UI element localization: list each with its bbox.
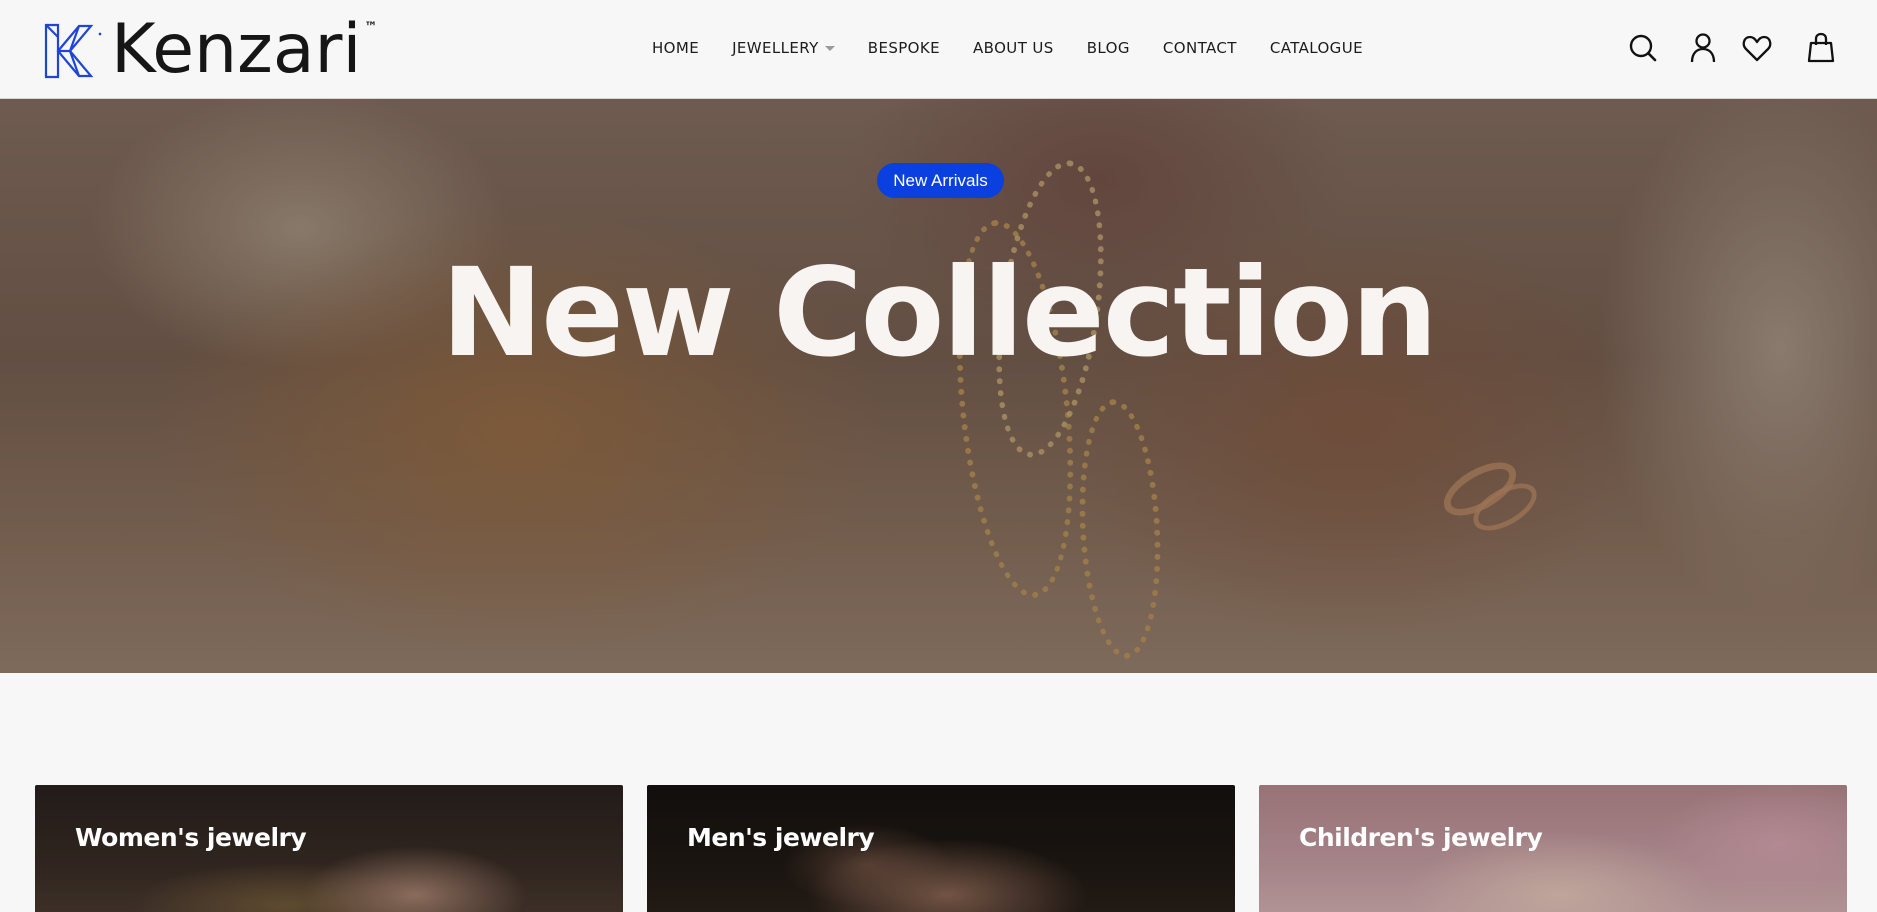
kenzari-logo-mark-icon — [44, 23, 102, 79]
trademark-symbol: ™ — [364, 20, 378, 35]
brand-logo[interactable]: Kenzari ™ — [43, 10, 378, 89]
hero-title: New Collection — [441, 242, 1438, 384]
chevron-down-icon — [824, 46, 835, 51]
category-title: Men's jewelry — [687, 823, 875, 852]
nav-item-label: BESPOKE — [867, 39, 941, 57]
nav-item-catalogue[interactable]: CATALOGUE — [1270, 39, 1363, 57]
nav-item-label: HOME — [652, 39, 700, 57]
nav-item-contact[interactable]: CONTACT — [1163, 39, 1237, 57]
nav-item-about-us[interactable]: ABOUT US — [973, 39, 1054, 57]
category-card-women[interactable]: Women's jewelry — [35, 785, 623, 912]
account-icon[interactable] — [1688, 32, 1718, 64]
nav-item-label: CATALOGUE — [1269, 39, 1363, 57]
nav-item-label: CONTACT — [1162, 39, 1237, 57]
brand-name: Kenzari — [111, 10, 362, 89]
main-navigation: HOME JEWELLERY BESPOKE ABOUT US BLOG CON… — [652, 38, 1363, 58]
category-title: Children's jewelry — [1299, 823, 1543, 852]
nav-item-label: JEWELLERY — [732, 39, 819, 57]
category-card-children[interactable]: Children's jewelry — [1259, 785, 1847, 912]
nav-item-blog[interactable]: BLOG — [1087, 39, 1130, 57]
cart-bag-icon[interactable] — [1806, 32, 1836, 64]
nav-item-home[interactable]: HOME — [652, 39, 699, 57]
nav-item-jewellery[interactable]: JEWELLERY — [732, 39, 835, 57]
category-title: Women's jewelry — [75, 823, 307, 852]
nav-item-bespoke[interactable]: BESPOKE — [868, 39, 940, 57]
new-arrivals-badge[interactable]: New Arrivals — [877, 163, 1004, 198]
header-actions — [1628, 32, 1852, 66]
wishlist-heart-icon[interactable] — [1742, 32, 1772, 64]
category-card-men[interactable]: Men's jewelry — [647, 785, 1235, 912]
search-icon[interactable] — [1628, 32, 1658, 64]
nav-item-label: BLOG — [1086, 39, 1130, 57]
site-header: Kenzari ™ HOME JEWELLERY BESPOKE ABOUT U… — [0, 0, 1877, 99]
hero-banner[interactable]: New Arrivals New Collection — [0, 99, 1877, 673]
nav-item-label: ABOUT US — [973, 39, 1054, 57]
